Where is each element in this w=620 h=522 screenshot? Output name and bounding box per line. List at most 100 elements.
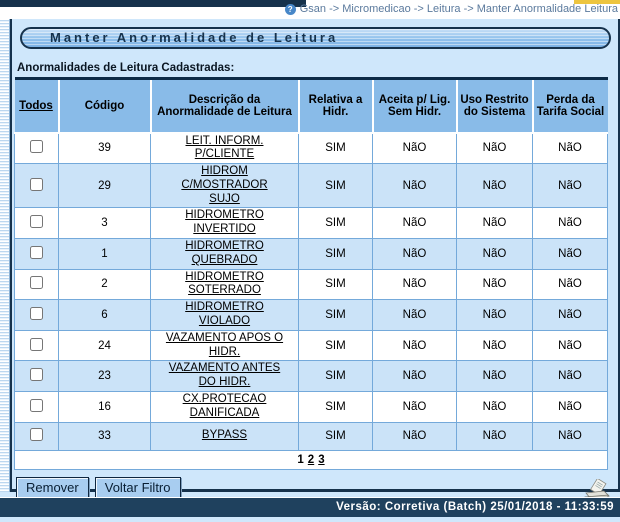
relativa-value-cell: SIM	[299, 208, 373, 239]
checkbox-cell	[15, 133, 59, 164]
pagination-link[interactable]: 3	[318, 454, 324, 466]
table-row: 24 VAZAMENTO APOS O HIDR. SIM NãO NãO Nã…	[15, 330, 608, 361]
left-decorative-strip	[0, 19, 10, 492]
row-checkbox[interactable]	[30, 368, 43, 381]
header-aceita-lig: Aceita p/ Lig. Sem Hidr.	[373, 79, 457, 133]
table-body: 39 LEIT. INFORM. P/CLIENTE SIM NãO NãO N…	[15, 133, 608, 451]
page-title: Manter Anormalidade de Leitura	[20, 27, 611, 49]
row-checkbox[interactable]	[30, 428, 43, 441]
checkbox-cell	[15, 269, 59, 300]
codigo-cell: 39	[59, 133, 151, 164]
row-checkbox[interactable]	[30, 399, 43, 412]
aceita-value-cell: NãO	[373, 300, 457, 331]
descricao-link[interactable]: HIDROM C/MOSTRADOR SUJO	[165, 165, 285, 206]
perda-value-cell: NãO	[533, 300, 608, 331]
descricao-link[interactable]: HIDROMETRO VIOLADO	[165, 301, 285, 329]
aceita-value-cell: NãO	[373, 361, 457, 392]
header-perda-tarifa: Perda da Tarifa Social	[533, 79, 608, 133]
header-uso-restrito: Uso Restrito do Sistema	[457, 79, 533, 133]
relativa-value-cell: SIM	[299, 392, 373, 423]
row-checkbox[interactable]	[30, 178, 43, 191]
relativa-value-cell: SIM	[299, 361, 373, 392]
relativa-value-cell: SIM	[299, 239, 373, 270]
table-row: 6 HIDROMETRO VIOLADO SIM NãO NãO NãO	[15, 300, 608, 331]
codigo-cell: 6	[59, 300, 151, 331]
descricao-link[interactable]: LEIT. INFORM. P/CLIENTE	[165, 135, 285, 163]
pagination-row: 123	[15, 450, 608, 469]
pagination-links: 23	[306, 454, 327, 466]
uso-value-cell: NãO	[457, 133, 533, 164]
aceita-value-cell: NãO	[373, 133, 457, 164]
row-checkbox[interactable]	[30, 215, 43, 228]
relativa-value-cell: SIM	[299, 330, 373, 361]
uso-value-cell: NãO	[457, 300, 533, 331]
aceita-value-cell: NãO	[373, 392, 457, 423]
relativa-value-cell: SIM	[299, 269, 373, 300]
codigo-cell: 16	[59, 392, 151, 423]
row-checkbox[interactable]	[30, 246, 43, 259]
descricao-link[interactable]: HIDROMETRO QUEBRADO	[165, 240, 285, 268]
row-checkbox[interactable]	[30, 338, 43, 351]
table-row: 29 HIDROM C/MOSTRADOR SUJO SIM NãO NãO N…	[15, 164, 608, 208]
descricao-link[interactable]: VAZAMENTO ANTES DO HIDR.	[165, 362, 285, 390]
breadcrumb: ? Gsan -> Micromedicao -> Leitura -> Man…	[285, 2, 618, 16]
aceita-value-cell: NãO	[373, 330, 457, 361]
codigo-cell: 33	[59, 422, 151, 450]
section-label: Anormalidades de Leitura Cadastradas:	[17, 62, 618, 74]
codigo-cell: 29	[59, 164, 151, 208]
todos-link[interactable]: Todos	[19, 100, 53, 112]
table-row: 16 CX.PROTECAO DANIFICADA SIM NãO NãO Nã…	[15, 392, 608, 423]
anormalidades-table: Todos Código Descrição da Anormalidade d…	[14, 77, 608, 470]
uso-value-cell: NãO	[457, 330, 533, 361]
checkbox-cell	[15, 164, 59, 208]
page-title-text: Manter Anormalidade de Leitura	[50, 30, 338, 45]
descricao-cell: VAZAMENTO ANTES DO HIDR.	[151, 361, 299, 392]
descricao-cell: HIDROMETRO QUEBRADO	[151, 239, 299, 270]
uso-value-cell: NãO	[457, 392, 533, 423]
perda-value-cell: NãO	[533, 208, 608, 239]
descricao-cell: CX.PROTECAO DANIFICADA	[151, 392, 299, 423]
checkbox-cell	[15, 208, 59, 239]
row-checkbox[interactable]	[30, 307, 43, 320]
codigo-cell: 2	[59, 269, 151, 300]
voltar-filtro-button[interactable]: Voltar Filtro	[95, 477, 181, 499]
perda-value-cell: NãO	[533, 133, 608, 164]
table-row: 33 BYPASS SIM NãO NãO NãO	[15, 422, 608, 450]
help-icon[interactable]: ?	[285, 4, 296, 15]
perda-value-cell: NãO	[533, 164, 608, 208]
descricao-cell: VAZAMENTO APOS O HIDR.	[151, 330, 299, 361]
checkbox-cell	[15, 239, 59, 270]
uso-value-cell: NãO	[457, 208, 533, 239]
table-row: 23 VAZAMENTO ANTES DO HIDR. SIM NãO NãO …	[15, 361, 608, 392]
codigo-cell: 3	[59, 208, 151, 239]
remover-button[interactable]: Remover	[16, 477, 89, 499]
aceita-value-cell: NãO	[373, 164, 457, 208]
perda-value-cell: NãO	[533, 392, 608, 423]
descricao-link[interactable]: CX.PROTECAO DANIFICADA	[165, 393, 285, 421]
table-row: 3 HIDROMETRO INVERTIDO SIM NãO NãO NãO	[15, 208, 608, 239]
aceita-value-cell: NãO	[373, 269, 457, 300]
row-checkbox[interactable]	[30, 140, 43, 153]
aceita-value-cell: NãO	[373, 239, 457, 270]
table-header-row: Todos Código Descrição da Anormalidade d…	[15, 79, 608, 133]
checkbox-cell	[15, 422, 59, 450]
header-codigo: Código	[59, 79, 151, 133]
perda-value-cell: NãO	[533, 330, 608, 361]
descricao-link[interactable]: HIDROMETRO INVERTIDO	[165, 209, 285, 237]
row-checkbox[interactable]	[30, 276, 43, 289]
pagination-link[interactable]: 2	[308, 454, 314, 466]
table-row: 1 HIDROMETRO QUEBRADO SIM NãO NãO NãO	[15, 239, 608, 270]
descricao-link[interactable]: VAZAMENTO APOS O HIDR.	[165, 332, 285, 360]
aceita-value-cell: NãO	[373, 422, 457, 450]
perda-value-cell: NãO	[533, 422, 608, 450]
descricao-link[interactable]: HIDROMETRO SOTERRADO	[165, 271, 285, 299]
descricao-link[interactable]: BYPASS	[202, 429, 247, 443]
breadcrumb-text: Gsan -> Micromedicao -> Leitura -> Mante…	[300, 3, 618, 15]
table-row: 2 HIDROMETRO SOTERRADO SIM NãO NãO NãO	[15, 269, 608, 300]
perda-value-cell: NãO	[533, 361, 608, 392]
header-relativa-hidr: Relativa a Hidr.	[299, 79, 373, 133]
pagination-current: 1	[297, 454, 303, 466]
descricao-cell: LEIT. INFORM. P/CLIENTE	[151, 133, 299, 164]
header-descricao: Descrição da Anormalidade de Leitura	[151, 79, 299, 133]
checkbox-cell	[15, 300, 59, 331]
